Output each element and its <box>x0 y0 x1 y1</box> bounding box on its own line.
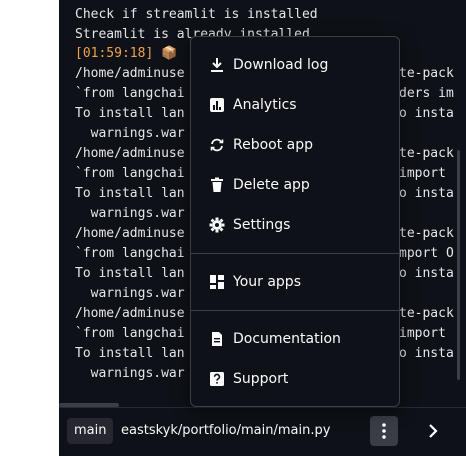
more-options-button[interactable] <box>370 416 398 446</box>
file-path: eastskyk/portfolio/main/main.py <box>121 423 331 438</box>
log-line: warnings.war <box>75 206 185 221</box>
log-fragment: import <box>399 166 446 181</box>
help-icon <box>205 371 229 387</box>
menu-item-label: Analytics <box>233 97 297 113</box>
log-line: `from langchai <box>75 166 185 181</box>
menu-item-download-log[interactable]: Download log <box>191 47 399 83</box>
log-fragment: te-pack <box>399 226 454 241</box>
menu-divider <box>191 253 399 254</box>
log-line: `from langchai <box>75 86 185 101</box>
log-line: `from langchai <box>75 326 185 341</box>
dashboard-icon <box>205 274 229 290</box>
log-fragment: ders im <box>399 86 454 101</box>
log-fragment: o insta <box>399 186 454 201</box>
log-line: To install lan <box>75 106 185 121</box>
branch-badge[interactable]: main <box>67 418 114 444</box>
log-fragment: te-pack <box>399 306 454 321</box>
log-line: /home/adminuse <box>75 146 185 161</box>
log-fragment: te-pack <box>399 146 454 161</box>
menu-item-settings[interactable]: Settings <box>191 207 399 243</box>
log-fragment: mport O <box>399 246 454 261</box>
log-fragment: o insta <box>399 106 454 121</box>
log-fragment: te-pack <box>399 66 454 81</box>
chevron-right-icon <box>429 424 438 438</box>
log-line: warnings.war <box>75 286 185 301</box>
log-fragment: import <box>399 326 446 341</box>
log-line: /home/adminuse <box>75 66 185 81</box>
log-line: warnings.war <box>75 126 185 141</box>
log-line: To install lan <box>75 186 185 201</box>
menu-item-label: Support <box>233 371 289 387</box>
menu-item-label: Reboot app <box>233 137 314 153</box>
expand-button[interactable] <box>421 416 445 446</box>
log-line: `from langchai <box>75 246 185 261</box>
log-line: /home/adminuse <box>75 226 185 241</box>
download-icon <box>205 57 229 73</box>
log-line: Check if streamlit is installed <box>75 7 318 22</box>
log-line: warnings.war <box>75 366 185 381</box>
kebab-icon <box>382 423 386 439</box>
gear-icon <box>205 217 229 233</box>
menu-item-label: Download log <box>233 57 329 73</box>
menu-item-reboot-app[interactable]: Reboot app <box>191 127 399 163</box>
app-menu: Download log Analytics Reboot app Delete… <box>190 36 400 407</box>
menu-item-delete-app[interactable]: Delete app <box>191 167 399 203</box>
log-line: To install lan <box>75 346 185 361</box>
log-line: To install lan <box>75 266 185 281</box>
log-fragment: o insta <box>399 346 454 361</box>
menu-item-label: Your apps <box>233 274 301 290</box>
app-footer: main eastskyk/portfolio/main/main.py <box>59 407 466 456</box>
vertical-scrollbar[interactable] <box>457 150 460 380</box>
document-icon <box>205 331 229 347</box>
menu-item-label: Delete app <box>233 177 310 193</box>
log-line: /home/adminuse <box>75 306 185 321</box>
trash-icon <box>205 177 229 193</box>
menu-divider <box>191 310 399 311</box>
log-line: [01:59:18] 📦 <box>75 44 177 64</box>
log-fragment: o insta <box>399 266 454 281</box>
menu-item-your-apps[interactable]: Your apps <box>191 264 399 300</box>
menu-item-label: Documentation <box>233 331 341 347</box>
menu-item-analytics[interactable]: Analytics <box>191 87 399 123</box>
analytics-icon <box>205 97 229 113</box>
left-gutter <box>0 0 59 455</box>
menu-item-label: Settings <box>233 217 291 233</box>
timestamp: [01:59:18] 📦 <box>75 46 178 61</box>
menu-item-documentation[interactable]: Documentation <box>191 321 399 357</box>
menu-item-support[interactable]: Support <box>191 361 399 397</box>
reboot-icon <box>205 137 229 153</box>
